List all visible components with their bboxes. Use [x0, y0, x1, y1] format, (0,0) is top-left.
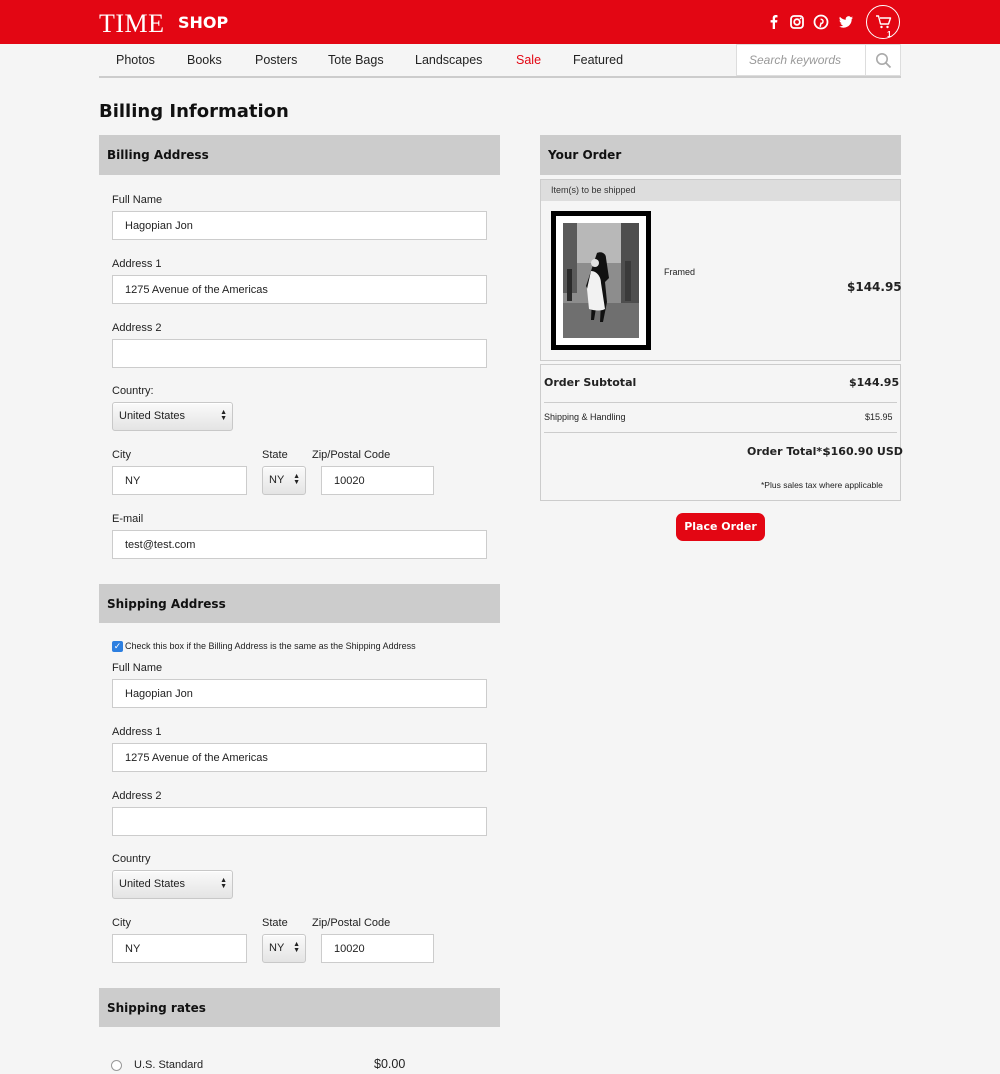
billing-city-input[interactable]: NY — [112, 466, 247, 495]
billing-address1-label: Address 1 — [112, 258, 162, 270]
nav-item-tote-bags[interactable]: Tote Bags — [328, 53, 384, 67]
nav-item-photos[interactable]: Photos — [116, 53, 155, 67]
search-button[interactable] — [865, 44, 901, 76]
shipping-address1-label: Address 1 — [112, 726, 162, 738]
shipping-country-select[interactable]: United States ▲ ▼ — [112, 870, 233, 899]
search-icon — [876, 53, 892, 69]
billing-email-input[interactable]: test@test.com — [112, 530, 487, 559]
billing-zip-label: Zip/Postal Code — [312, 449, 391, 461]
nav-item-sale[interactable]: Sale — [516, 53, 541, 67]
shipping-city-label: City — [112, 917, 131, 929]
cart-button[interactable] — [866, 5, 900, 39]
your-order-heading: Your Order — [540, 135, 901, 175]
billing-address-heading: Billing Address — [99, 135, 500, 175]
product-price: $144.95 — [847, 280, 902, 294]
shipping-state-label: State — [262, 917, 288, 929]
shipping-zip-label: Zip/Postal Code — [312, 917, 391, 929]
order-total-label: Order Total*: — [747, 445, 827, 458]
divider — [544, 432, 897, 433]
billing-country-value: United States — [119, 410, 186, 422]
shipping-address1-input[interactable]: 1275 Avenue of the Americas — [112, 743, 487, 772]
shipping-city-input[interactable]: NY — [112, 934, 247, 963]
billing-full-name-input[interactable]: Hagopian Jon — [112, 211, 487, 240]
shipping-state-value: NY — [269, 942, 285, 954]
shipping-handling-value: $15.95 — [865, 412, 893, 422]
billing-state-label: State — [262, 449, 288, 461]
shipping-full-name-label: Full Name — [112, 662, 163, 674]
order-subtotal-label: Order Subtotal — [544, 376, 637, 389]
facebook-icon[interactable] — [766, 14, 782, 30]
select-arrows-icon: ▲ ▼ — [220, 409, 227, 422]
select-arrows-icon: ▲ ▼ — [220, 877, 227, 890]
billing-email-label: E-mail — [112, 513, 144, 525]
nav-item-posters[interactable]: Posters — [255, 53, 297, 67]
shipping-address2-input[interactable] — [112, 807, 487, 836]
nav-item-landscapes[interactable]: Landscapes — [415, 53, 482, 67]
instagram-icon[interactable] — [789, 14, 805, 30]
time-logo[interactable]: TIME — [99, 9, 165, 39]
items-to-ship-heading: Item(s) to be shipped — [541, 180, 900, 201]
billing-state-select[interactable]: NY ▲ ▼ — [262, 466, 306, 495]
billing-city-label: City — [112, 449, 131, 461]
shipping-state-select[interactable]: NY ▲ ▼ — [262, 934, 306, 963]
shipping-zip-input[interactable]: 10020 — [321, 934, 434, 963]
shipping-address-heading: Shipping Address — [99, 584, 500, 623]
cart-icon — [876, 15, 892, 29]
nav-item-books[interactable]: Books — [187, 53, 222, 67]
shipping-rates-heading: Shipping rates — [99, 988, 500, 1027]
shipping-country-label: Country — [112, 853, 151, 865]
page-title: Billing Information — [99, 101, 289, 122]
shipping-rate-price: $0.00 — [374, 1057, 406, 1071]
billing-address2-label: Address 2 — [112, 322, 162, 334]
nav-item-featured[interactable]: Featured — [573, 53, 623, 67]
shipping-address2-label: Address 2 — [112, 790, 162, 802]
billing-address1-input[interactable]: 1275 Avenue of the Americas — [112, 275, 487, 304]
twitter-icon[interactable] — [838, 14, 854, 30]
cart-count-badge: 1 — [887, 30, 892, 39]
billing-full-name-label: Full Name — [112, 194, 163, 206]
billing-state-value: NY — [269, 474, 285, 486]
shipping-handling-label: Shipping & Handling — [544, 412, 626, 422]
shipping-country-value: United States — [119, 878, 186, 890]
billing-address2-input[interactable] — [112, 339, 487, 368]
billing-country-select[interactable]: United States ▲ ▼ — [112, 402, 233, 431]
product-photo-image[interactable] — [563, 223, 639, 338]
billing-zip-input[interactable]: 10020 — [321, 466, 434, 495]
order-subtotal-value: $144.95 — [849, 376, 900, 389]
product-variant: Framed — [664, 267, 696, 277]
select-arrows-icon: ▲ ▼ — [293, 941, 300, 954]
pinterest-icon[interactable] — [813, 14, 829, 30]
same-as-billing-label: Check this box if the Billing Address is… — [125, 641, 416, 651]
tax-note: *Plus sales tax where applicable — [761, 480, 883, 490]
select-arrows-icon: ▲ ▼ — [293, 473, 300, 486]
place-order-button[interactable]: Place Order — [676, 513, 765, 541]
billing-country-label: Country: — [112, 385, 154, 397]
shop-logo-text[interactable]: SHOP — [178, 13, 228, 32]
search-input[interactable]: Search keywords — [736, 44, 866, 76]
shipping-rate-label: U.S. Standard — [134, 1059, 204, 1071]
same-as-billing-checkbox[interactable]: ✓ — [112, 641, 123, 652]
shipping-full-name-input[interactable]: Hagopian Jon — [112, 679, 487, 708]
shipping-rate-radio[interactable] — [111, 1060, 122, 1071]
divider — [544, 402, 897, 403]
order-total-value: $160.90 USD — [823, 445, 903, 458]
